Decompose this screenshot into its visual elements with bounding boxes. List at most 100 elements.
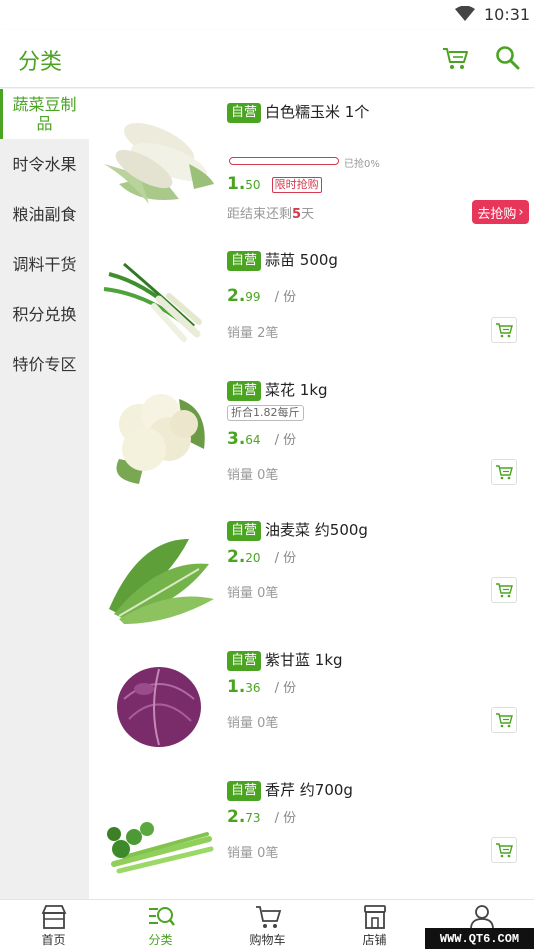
countdown-number: 5 [292,207,302,222]
cauliflower-image [116,394,205,484]
cart-icon [496,323,513,338]
price-integer: 1. [227,174,246,194]
product-list: 自营 白色糯玉米 1个 已抢0% 1.50 限时抢购 距结束还剩5天 去抢购 › … [89,89,534,899]
sidebar-item-grain-oil[interactable]: 粮油副食 [0,189,89,239]
product-price: 2.99 / 份 [227,286,296,306]
search-icon[interactable] [495,45,521,71]
sales-count: 销量 0笔 [227,716,279,731]
product-name: 油麦菜 约500g [265,521,368,539]
self-operated-badge: 自营 [227,380,262,401]
sidebar-item-specials[interactable]: 特价专区 [0,339,89,389]
product-price: 2.73 / 份 [227,807,296,827]
product-name-row: 自营 紫甘蓝 1kg [227,649,343,671]
sale-progress-text: 已抢0% [344,159,380,170]
product-name: 蒜苗 500g [265,251,338,269]
countdown-prefix: 距结束还剩 [227,207,293,222]
price-decimal: 73 [245,811,261,825]
add-to-cart-button[interactable] [491,707,517,733]
add-to-cart-button[interactable] [491,577,517,603]
price-decimal: 36 [245,681,261,695]
celery-image [107,822,214,874]
cart-icon [496,843,513,858]
price-decimal: 50 [245,178,261,192]
sidebar-item-label: 积分兑换 [12,304,77,324]
price-unit: / 份 [274,681,297,696]
flash-sale-badge: 限时抢购 [271,176,322,193]
countdown-text: 距结束还剩5天 [227,203,314,222]
product-card-celery[interactable]: 自营 香芹 约700g 2.73 / 份 销量 0笔 [89,764,534,894]
shop-icon [363,905,386,929]
discount-per-jin: 折合1.82每斤 [227,405,304,421]
sidebar-item-label: 蔬菜豆制品 [12,95,77,133]
status-bar: 10:31 [0,0,534,30]
self-operated-badge: 自营 [227,102,262,123]
self-operated-badge: 自营 [227,520,262,541]
sidebar-item-label: 时令水果 [12,154,77,174]
tab-label: 首页 [41,933,66,947]
price-unit: / 份 [274,290,297,305]
tab-label: 分类 [148,933,173,947]
tab-shop[interactable]: 店铺 [321,900,428,949]
price-decimal: 99 [245,290,261,304]
site-watermark: WWW.QT6.COM [425,928,534,949]
product-card-cauliflower[interactable]: 自营 菜花 1kg 折合1.82每斤 3.64 / 份 销量 0笔 [89,364,534,499]
status-time: 10:31 [484,5,531,24]
price-decimal: 64 [245,433,261,447]
app-bar: 分类 [0,30,534,88]
user-icon [469,905,494,930]
sidebar-item-label: 调料干货 [12,254,77,274]
sales-count: 销量 0笔 [227,586,279,601]
sidebar-item-seasonings[interactable]: 调料干货 [0,239,89,289]
category-sidebar: 蔬菜豆制品 时令水果 粮油副食 调料干货 积分兑换 特价专区 [0,89,89,899]
product-price: 1.50 限时抢购 [227,174,322,194]
price-unit: / 份 [274,811,297,826]
sidebar-item-label: 特价专区 [12,354,77,374]
product-card-purple-cabbage[interactable]: 自营 紫甘蓝 1kg 1.36 / 份 销量 0笔 [89,634,534,759]
product-card-corn[interactable]: 自营 白色糯玉米 1个 已抢0% 1.50 限时抢购 距结束还剩5天 去抢购 › [89,89,534,229]
product-name-row: 自营 白色糯玉米 1个 [227,101,369,123]
product-name: 紫甘蓝 1kg [265,651,343,669]
tab-home[interactable]: 首页 [0,900,107,949]
product-card-lettuce[interactable]: 自营 油麦菜 约500g 2.20 / 份 销量 0笔 [89,504,534,629]
sidebar-item-fruits[interactable]: 时令水果 [0,139,89,189]
self-operated-badge: 自营 [227,780,262,801]
sidebar-item-vegetables[interactable]: 蔬菜豆制品 [0,89,89,139]
product-price: 1.36 / 份 [227,677,296,697]
price-unit: / 份 [274,551,297,566]
product-name-row: 自营 蒜苗 500g [227,249,338,271]
price-unit: / 份 [274,433,297,448]
sales-count: 销量 2笔 [227,326,279,341]
tab-label: 购物车 [249,933,286,947]
wifi-icon [455,6,475,21]
price-decimal: 20 [245,551,261,565]
grab-button[interactable]: 去抢购 › [472,200,529,224]
tab-category[interactable]: 分类 [107,900,214,949]
sales-count: 销量 0笔 [227,846,279,861]
category-icon [148,907,175,926]
product-price: 2.20 / 份 [227,547,296,567]
garlic-sprout-image [103,262,202,342]
sidebar-item-points-exchange[interactable]: 积分兑换 [0,289,89,339]
add-to-cart-button[interactable] [491,459,517,485]
self-operated-badge: 自营 [227,250,262,271]
product-name: 香芹 约700g [265,781,353,799]
home-store-icon [41,905,66,929]
cart-icon [496,465,513,480]
lettuce-image [109,539,214,624]
page-title: 分类 [18,50,63,75]
price-integer: 1. [227,677,246,697]
price-integer: 2. [227,547,246,567]
tab-label: 店铺 [362,933,387,947]
product-price: 3.64 / 份 [227,429,296,449]
product-name: 菜花 1kg [265,381,328,399]
countdown-suffix: 天 [301,207,315,222]
self-operated-badge: 自营 [227,650,262,671]
tab-cart[interactable]: 购物车 [214,900,321,949]
cart-icon[interactable] [441,45,469,71]
price-integer: 2. [227,807,246,827]
add-to-cart-button[interactable] [491,317,517,343]
chevron-right-icon: › [518,204,524,220]
add-to-cart-button[interactable] [491,837,517,863]
product-name-row: 自营 菜花 1kg [227,379,328,401]
product-card-garlic-sprout[interactable]: 自营 蒜苗 500g 2.99 / 份 销量 2笔 [89,234,534,359]
